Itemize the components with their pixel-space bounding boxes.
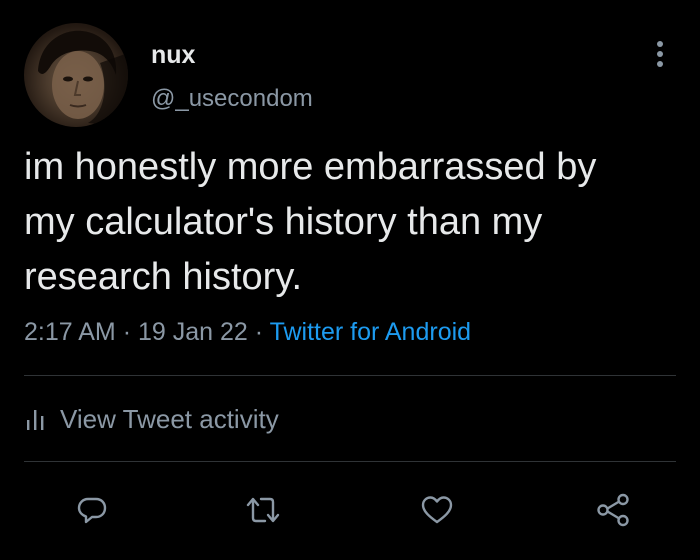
- author-handle[interactable]: @_usecondom: [151, 84, 313, 114]
- reply-button[interactable]: [70, 488, 114, 532]
- tweet-time[interactable]: 2:17 AM: [24, 318, 116, 346]
- share-icon: [595, 493, 631, 527]
- tweet-date[interactable]: 19 Jan 22: [138, 318, 248, 346]
- tweet-metadata: 2:17 AM · 19 Jan 22 · Twitter for Androi…: [24, 316, 471, 348]
- retweet-icon: [245, 494, 281, 526]
- divider: [24, 461, 676, 462]
- avatar[interactable]: [24, 23, 128, 127]
- tweet-text: im honestly more embarrassed by my calcu…: [24, 140, 684, 305]
- retweet-button[interactable]: [241, 488, 285, 532]
- author-display-name[interactable]: nux: [151, 40, 195, 70]
- tweet-source-link[interactable]: Twitter for Android: [270, 318, 471, 346]
- like-button[interactable]: [415, 488, 459, 532]
- reply-icon: [76, 494, 108, 526]
- divider: [24, 375, 676, 376]
- heart-icon: [420, 494, 454, 526]
- view-tweet-activity-link[interactable]: View Tweet activity: [24, 402, 279, 436]
- more-options-icon[interactable]: [648, 38, 672, 70]
- meta-separator: ·: [255, 318, 263, 346]
- bar-chart-icon: [24, 406, 48, 432]
- view-tweet-activity-label: View Tweet activity: [60, 402, 279, 436]
- meta-separator: ·: [123, 318, 131, 346]
- share-button[interactable]: [591, 488, 635, 532]
